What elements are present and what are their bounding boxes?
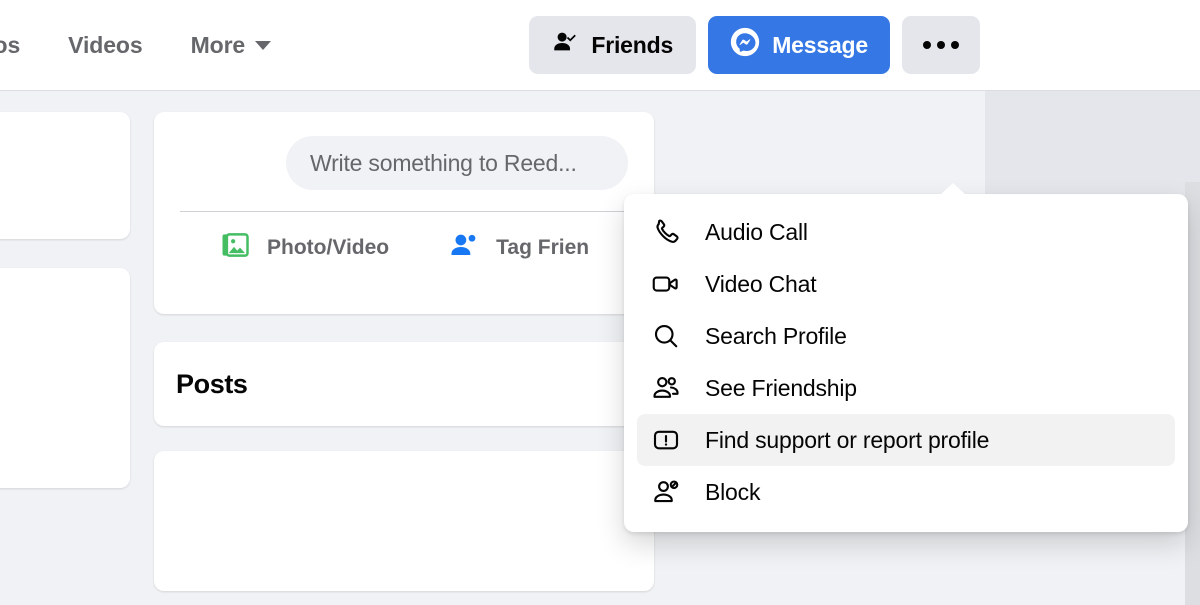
menu-item-block[interactable]: Block bbox=[637, 466, 1175, 518]
tab-label-photos: otos bbox=[0, 32, 21, 58]
block-user-icon bbox=[649, 475, 683, 509]
menu-item-search-profile[interactable]: Search Profile bbox=[637, 310, 1175, 362]
messenger-icon bbox=[730, 27, 760, 63]
profile-nav-tabs: otos Videos More bbox=[0, 20, 295, 70]
profile-nav-bar: otos Videos More Friends bbox=[0, 0, 1200, 91]
tag-friends-icon bbox=[449, 230, 479, 266]
friends-button[interactable]: Friends bbox=[529, 16, 697, 74]
left-card-intro bbox=[0, 112, 130, 239]
menu-item-label: Block bbox=[705, 478, 761, 505]
menu-item-find-support-or-report-profile[interactable]: Find support or report profile bbox=[637, 414, 1175, 466]
tab-label-more: More bbox=[190, 32, 246, 58]
center-column: Write something to Reed... Photo/Video T… bbox=[154, 112, 654, 591]
menu-item-video-chat[interactable]: Video Chat bbox=[637, 258, 1175, 310]
posts-header-card: Posts bbox=[154, 342, 654, 426]
menu-item-label: Search Profile bbox=[705, 322, 847, 349]
profile-action-buttons: Friends Message bbox=[529, 16, 980, 74]
page-body: Write something to Reed... Photo/Video T… bbox=[0, 91, 1200, 605]
left-card-photos bbox=[0, 268, 130, 488]
photo-video-label: Photo/Video bbox=[267, 236, 390, 259]
people-icon bbox=[649, 371, 683, 405]
photo-video-button[interactable]: Photo/Video bbox=[220, 230, 389, 266]
message-button-label: Message bbox=[772, 31, 868, 58]
menu-item-label: See Friendship bbox=[705, 374, 857, 401]
profile-options-menu: Audio Call Video Chat Search Profile See… bbox=[624, 183, 1188, 532]
message-button[interactable]: Message bbox=[708, 16, 890, 74]
tag-friends-label: Tag Frien bbox=[496, 236, 590, 259]
sidebar-item-photos[interactable]: otos bbox=[0, 20, 44, 70]
tag-friends-button[interactable]: Tag Frien bbox=[449, 230, 589, 266]
chevron-down-icon bbox=[255, 40, 272, 50]
search-icon bbox=[649, 319, 683, 353]
composer-input[interactable]: Write something to Reed... bbox=[286, 136, 628, 190]
menu-caret bbox=[940, 183, 966, 195]
more-options-button[interactable] bbox=[902, 16, 980, 74]
photo-video-icon bbox=[220, 230, 250, 266]
page-title: Posts bbox=[176, 368, 248, 399]
post-card bbox=[154, 451, 654, 591]
menu-item-audio-call[interactable]: Audio Call bbox=[637, 206, 1175, 258]
tab-label-videos: Videos bbox=[68, 32, 143, 58]
left-column bbox=[0, 112, 130, 488]
phone-icon bbox=[649, 215, 683, 249]
menu-item-label: Find support or report profile bbox=[705, 426, 990, 453]
menu-item-see-friendship[interactable]: See Friendship bbox=[637, 362, 1175, 414]
post-composer-card: Write something to Reed... Photo/Video T… bbox=[154, 112, 654, 314]
composer-actions: Photo/Video Tag Frien bbox=[180, 212, 628, 284]
friends-button-label: Friends bbox=[591, 31, 674, 58]
menu-item-label: Video Chat bbox=[705, 270, 817, 297]
ellipsis-icon bbox=[923, 41, 959, 49]
menu-item-label: Audio Call bbox=[705, 218, 808, 245]
sidebar-item-more[interactable]: More bbox=[167, 20, 296, 70]
facebook-profile-page: otos Videos More Friends bbox=[0, 0, 1200, 605]
warning-icon bbox=[649, 423, 683, 457]
sidebar-item-videos[interactable]: Videos bbox=[44, 20, 166, 70]
video-camera-icon bbox=[649, 267, 683, 301]
user-check-icon bbox=[552, 29, 579, 62]
